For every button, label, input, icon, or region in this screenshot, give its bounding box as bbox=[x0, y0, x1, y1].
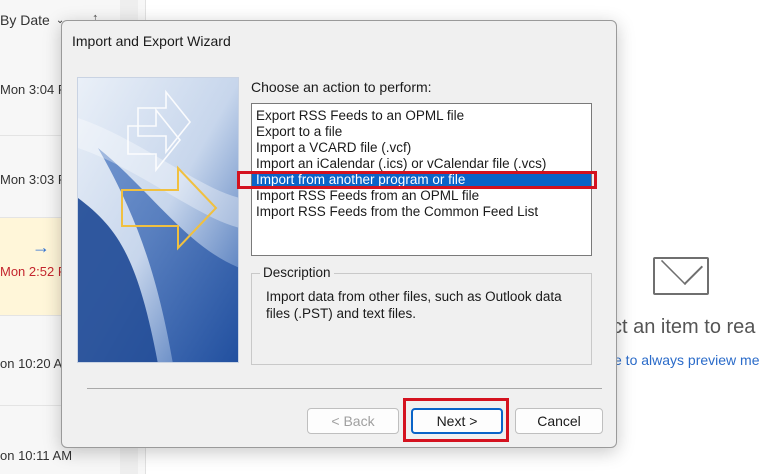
forward-arrow-icon: → bbox=[32, 237, 50, 257]
back-button[interactable]: < Back bbox=[307, 408, 399, 434]
description-text: Import data from other files, such as Ou… bbox=[266, 289, 562, 321]
list-item[interactable]: Import RSS Feeds from the Common Feed Li… bbox=[256, 204, 538, 220]
message-time: Mon 3:03 P bbox=[0, 172, 67, 187]
envelope-icon bbox=[653, 257, 709, 295]
highlight-box-selected-action bbox=[237, 171, 597, 189]
message-time: Mon 3:04 P bbox=[0, 82, 67, 97]
import-export-wizard-dialog: Import and Export Wizard Choose an actio… bbox=[61, 20, 617, 448]
wizard-graphic bbox=[77, 77, 239, 363]
action-prompt: Choose an action to perform: bbox=[251, 79, 432, 95]
sort-label: By Date bbox=[0, 12, 50, 28]
message-time: on 10:11 AM bbox=[0, 448, 73, 463]
preview-settings-link[interactable]: e to always preview me bbox=[614, 352, 760, 368]
message-time: on 10:20 A bbox=[0, 356, 63, 371]
cancel-button[interactable]: Cancel bbox=[515, 408, 603, 434]
list-item[interactable]: Import RSS Feeds from an OPML file bbox=[256, 188, 479, 204]
highlight-box-next-button bbox=[403, 398, 509, 442]
reading-pane-placeholder: ct an item to rea bbox=[612, 316, 756, 338]
separator bbox=[87, 388, 602, 389]
list-item[interactable]: Export to a file bbox=[256, 124, 342, 140]
dialog-titlebar[interactable]: Import and Export Wizard bbox=[62, 21, 616, 61]
message-time: Mon 2:52 P bbox=[0, 264, 67, 279]
dialog-title: Import and Export Wizard bbox=[72, 33, 231, 49]
description-label: Description bbox=[260, 265, 334, 280]
list-item[interactable]: Import an iCalendar (.ics) or vCalendar … bbox=[256, 156, 546, 172]
list-item[interactable]: Import a VCARD file (.vcf) bbox=[256, 140, 411, 156]
description-group: Description Import data from other files… bbox=[251, 265, 592, 365]
list-item[interactable]: Export RSS Feeds to an OPML file bbox=[256, 108, 464, 124]
sort-by-date[interactable]: By Date ⌄ ↑ bbox=[0, 10, 99, 28]
